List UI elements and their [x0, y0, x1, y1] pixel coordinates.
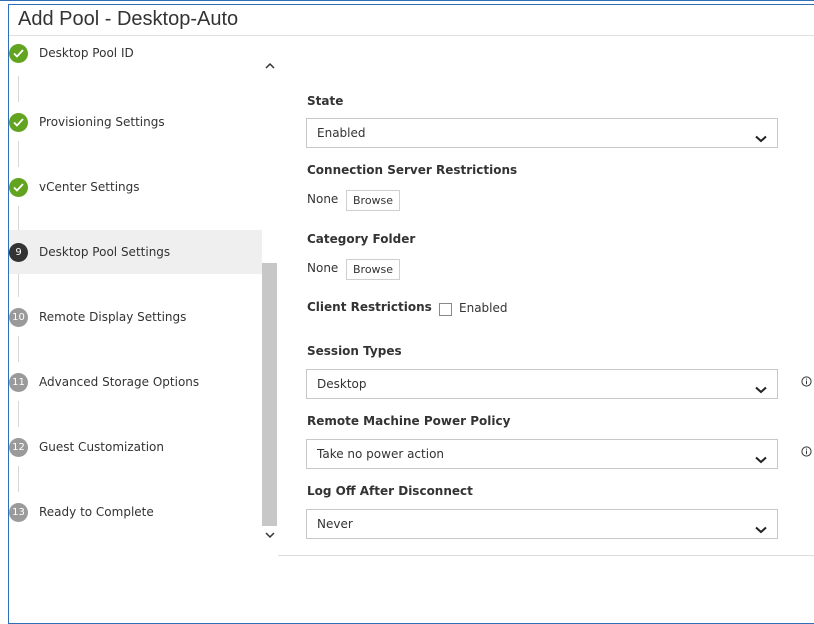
- wizard-steps: Desktop Pool ID Provisioning Settings vC…: [9, 36, 262, 556]
- scrollbar-thumb[interactable]: [262, 263, 277, 526]
- session-types-value: Desktop: [317, 377, 367, 391]
- state-label: State: [307, 94, 344, 108]
- step-number-badge: 10: [9, 307, 28, 327]
- wizard-step-label: vCenter Settings: [39, 180, 140, 194]
- chevron-down-icon: [755, 449, 767, 468]
- step-connector: [18, 271, 19, 297]
- sidebar-scrollbar[interactable]: [262, 56, 277, 546]
- category-folder-label: Category Folder: [307, 232, 416, 246]
- client-restrictions-label: Client Restrictions: [307, 300, 432, 314]
- step-number-badge: 13: [9, 502, 28, 522]
- state-select[interactable]: Enabled: [306, 118, 778, 148]
- step-number-badge: 12: [9, 437, 28, 457]
- check-icon: [9, 43, 28, 63]
- step-connector: [18, 336, 19, 362]
- category-folder-browse-button[interactable]: Browse: [346, 259, 401, 280]
- wizard-step-ready-to-complete[interactable]: 13 Ready to Complete: [9, 490, 262, 534]
- check-icon: [9, 177, 28, 197]
- session-types-select[interactable]: Desktop: [306, 369, 778, 399]
- wizard-step-desktop-pool-settings[interactable]: 9 Desktop Pool Settings: [9, 230, 262, 274]
- wizard-step-guest-customization[interactable]: 12 Guest Customization: [9, 425, 262, 469]
- power-policy-select[interactable]: Take no power action: [306, 439, 778, 469]
- client-restrictions-checkbox-label[interactable]: Enabled: [459, 301, 508, 315]
- chevron-down-icon: [755, 519, 767, 538]
- check-icon: [9, 112, 28, 132]
- power-policy-value: Take no power action: [317, 447, 445, 461]
- step-number-badge: 11: [9, 372, 28, 392]
- wizard-step-label: Provisioning Settings: [39, 115, 165, 129]
- wizard-step-label: Desktop Pool ID: [39, 46, 134, 60]
- step-connector: [18, 206, 19, 232]
- scroll-up-icon[interactable]: [262, 58, 277, 72]
- chevron-down-icon: [755, 128, 767, 147]
- form-panel: State Enabled Connection Server Restrict…: [278, 45, 814, 556]
- state-value: Enabled: [317, 126, 366, 140]
- power-policy-label: Remote Machine Power Policy: [307, 414, 511, 428]
- client-restrictions-checkbox[interactable]: [439, 303, 452, 316]
- wizard-step-label: Ready to Complete: [39, 505, 154, 519]
- step-connector: [18, 141, 19, 167]
- connection-server-browse-button[interactable]: Browse: [346, 190, 401, 211]
- wizard-step-desktop-pool-id[interactable]: Desktop Pool ID: [9, 34, 262, 72]
- step-number-badge: 9: [9, 242, 28, 262]
- session-types-label: Session Types: [307, 344, 402, 358]
- log-off-label: Log Off After Disconnect: [307, 484, 473, 498]
- wizard-step-label: Advanced Storage Options: [39, 375, 200, 389]
- scroll-down-icon[interactable]: [262, 528, 277, 542]
- connection-server-restrictions-value: None: [307, 192, 339, 206]
- wizard-step-vcenter-settings[interactable]: vCenter Settings: [9, 165, 262, 209]
- dialog-title: Add Pool - Desktop-Auto: [18, 8, 239, 30]
- wizard-step-provisioning-settings[interactable]: Provisioning Settings: [9, 100, 262, 144]
- step-connector: [18, 76, 19, 102]
- wizard-step-advanced-storage-options[interactable]: 11 Advanced Storage Options: [9, 360, 262, 404]
- wizard-step-remote-display-settings[interactable]: 10 Remote Display Settings: [9, 295, 262, 339]
- chevron-down-icon: [755, 379, 767, 398]
- wizard-step-label: Remote Display Settings: [39, 310, 187, 324]
- wizard-step-label: Desktop Pool Settings: [39, 245, 171, 259]
- wizard-step-label: Guest Customization: [39, 440, 165, 454]
- info-icon[interactable]: [801, 442, 812, 461]
- category-folder-value: None: [307, 261, 339, 275]
- info-icon[interactable]: [801, 372, 812, 391]
- log-off-select[interactable]: Never: [306, 509, 778, 539]
- step-connector: [18, 401, 19, 427]
- log-off-value: Never: [317, 517, 353, 531]
- step-connector: [18, 466, 19, 492]
- connection-server-restrictions-label: Connection Server Restrictions: [307, 163, 518, 177]
